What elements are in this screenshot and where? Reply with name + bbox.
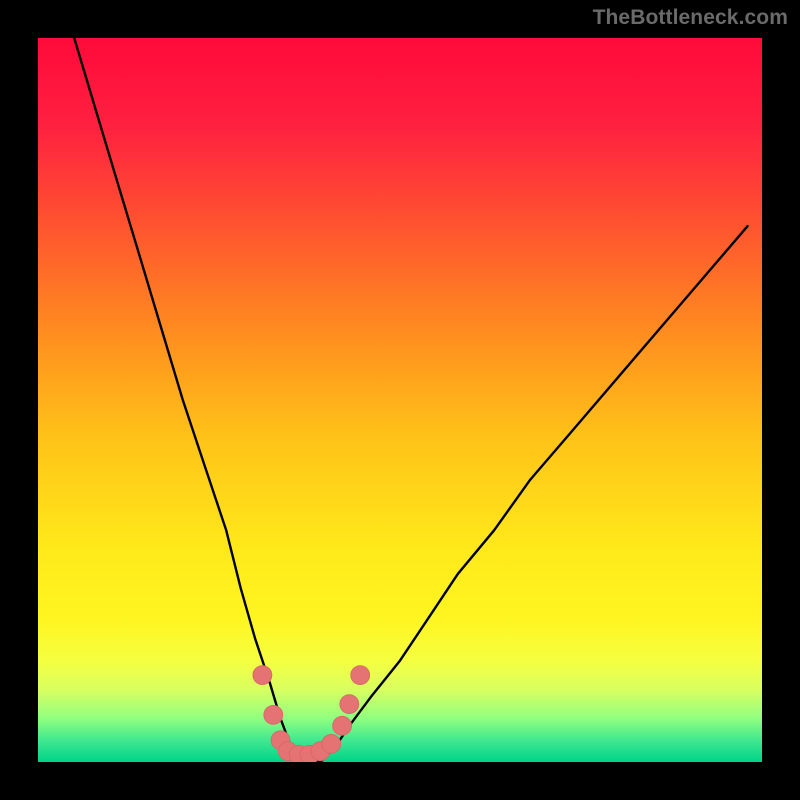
chart-frame: TheBottleneck.com: [0, 0, 800, 800]
watermark-text: TheBottleneck.com: [593, 6, 788, 30]
gradient-background: [38, 38, 762, 762]
chart-plot-area: [38, 38, 762, 762]
highlight-point: [333, 716, 352, 735]
highlight-point: [322, 735, 341, 754]
highlight-point: [351, 666, 370, 685]
chart-svg: [38, 38, 762, 762]
highlight-point: [264, 706, 283, 725]
highlight-point: [253, 666, 272, 685]
highlight-point: [340, 695, 359, 714]
